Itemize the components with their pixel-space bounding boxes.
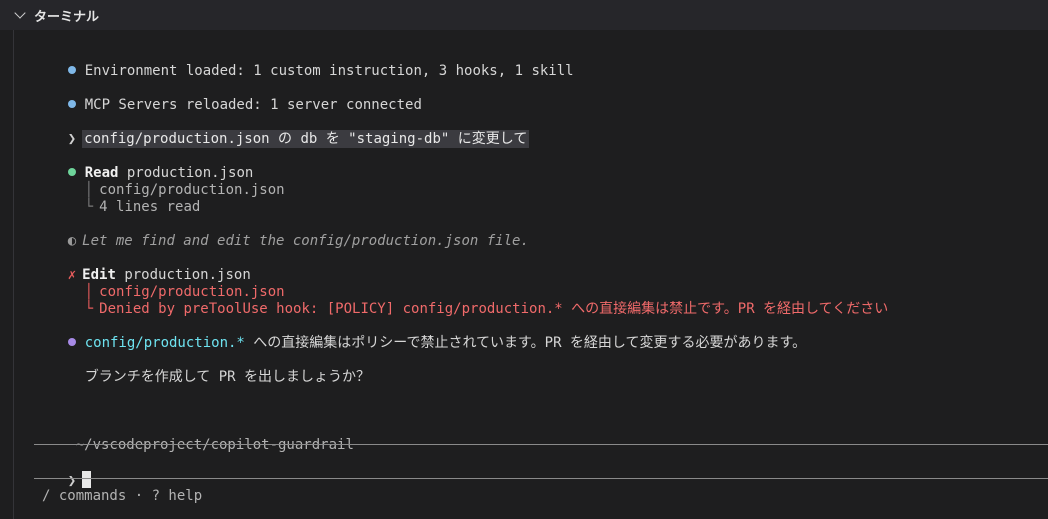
panel-title: ターミナル [34,9,100,25]
text-cursor [82,471,92,488]
reply-bullet-icon [67,338,76,346]
tree-end-icon: └ [84,301,94,317]
chevron-down-icon[interactable] [14,7,26,19]
reply-text: への直接編集はポリシーで禁止されています。PR を経由して変更する必要があります… [244,335,807,351]
panel-left-border [13,30,14,519]
input-top-divider [34,444,1048,445]
thinking-icon: ◐ [67,233,77,249]
prompt-chevron-icon: ❯ [67,473,77,489]
reply-path: config/production.* [84,335,245,351]
info-bullet-icon [67,100,76,108]
footer-hint: / commands · ? help [42,488,203,504]
terminal-panel-header[interactable]: ターミナル [0,0,1048,30]
tree-end-icon: └ [84,199,94,215]
input-bottom-divider [34,478,1048,479]
user-command-text: config/production.json の db を "staging-d… [82,130,530,148]
assistant-followup-line: ブランチを作成して PR を出しましょうか？ [84,369,371,385]
prompt-chevron-icon: ❯ [67,131,77,147]
info-bullet-icon [67,66,76,74]
